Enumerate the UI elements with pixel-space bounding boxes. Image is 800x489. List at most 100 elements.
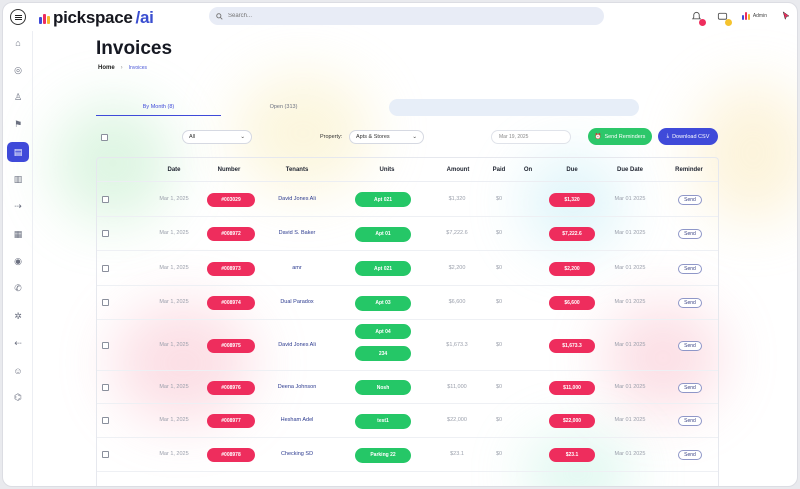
table-row[interactable]: Mar 1, 2025 #008973 amr $2,200 $0 $2,200 Mar 0… bbox=[97, 251, 718, 286]
send-reminder-button[interactable]: Send bbox=[678, 194, 702, 205]
table-row[interactable]: Mar 1, 2025 #008976 Deena Johnson $11,000 $0… bbox=[97, 371, 718, 404]
row-checkbox[interactable] bbox=[102, 299, 109, 306]
invoice-number-badge[interactable]: #008977 bbox=[207, 414, 255, 428]
notifications-icon[interactable] bbox=[690, 9, 706, 26]
tenant-name[interactable]: Dual Paradox bbox=[262, 299, 332, 305]
tenant-name[interactable]: Checking SD bbox=[262, 451, 332, 457]
unit-badge[interactable]: Apt 04 bbox=[355, 324, 411, 339]
row-checkbox[interactable] bbox=[102, 451, 109, 458]
send-reminders-button[interactable]: ⏰ Send Reminders bbox=[588, 128, 652, 145]
send-reminders-label: Send Reminders bbox=[604, 133, 646, 140]
tenant-name[interactable]: David Jones Ali bbox=[262, 196, 332, 202]
send-reminder-button[interactable]: Send bbox=[678, 416, 702, 426]
row-checkbox[interactable] bbox=[102, 195, 109, 203]
tenant-name[interactable]: Deena Johnson bbox=[262, 384, 332, 390]
invoice-number-badge[interactable]: #008976 bbox=[207, 380, 255, 395]
invoice-amount: $22,000 bbox=[447, 417, 467, 423]
document-icon: ▥ bbox=[13, 174, 23, 184]
invoice-number-badge[interactable]: #008972 bbox=[207, 227, 255, 241]
brand-logo[interactable]: pickspace /ai bbox=[39, 8, 154, 28]
sidebar-item-bell[interactable]: ⌬ bbox=[7, 388, 29, 408]
paid-amount: $0 bbox=[495, 264, 503, 271]
row-checkbox[interactable] bbox=[102, 230, 109, 237]
sidebar-item-people[interactable]: ☺ bbox=[7, 361, 29, 381]
paid-amount: $0 bbox=[495, 341, 503, 348]
col-due-date: Due Date bbox=[616, 167, 643, 173]
date-input[interactable]: Mar 19, 2025 bbox=[491, 130, 571, 144]
invoice-number-badge[interactable]: #008974 bbox=[207, 296, 255, 310]
unit-badge[interactable]: test1 bbox=[355, 413, 411, 429]
unit-badge[interactable]: 234 bbox=[355, 346, 411, 361]
table-row[interactable]: Mar 1, 2025 #008977 Hesham Adel $22,000 $0 $2… bbox=[97, 404, 718, 438]
tab-by-month[interactable]: By Month (8) bbox=[96, 100, 221, 116]
table-row[interactable]: Mar 1, 2025 #008978 Checking SD $23.1 $0 $23.… bbox=[97, 438, 718, 472]
row-checkbox[interactable] bbox=[102, 341, 109, 349]
people-icon: ☺ bbox=[13, 365, 23, 376]
search-bar[interactable] bbox=[209, 7, 604, 25]
unit-badge[interactable]: Parking 22 bbox=[355, 447, 411, 463]
admin-menu[interactable]: Admin bbox=[741, 12, 767, 20]
sidebar-item-transfer[interactable]: ⇢ bbox=[7, 197, 29, 217]
sidebar-item-document[interactable]: ▥ bbox=[7, 170, 29, 190]
tab-open[interactable]: Open (313) bbox=[221, 100, 346, 116]
col-paid: Paid bbox=[492, 167, 506, 173]
invoice-number-badge[interactable]: #008975 bbox=[207, 338, 255, 353]
search-input[interactable] bbox=[228, 13, 568, 19]
breadcrumb-home[interactable]: Home bbox=[98, 65, 115, 71]
table-row[interactable]: Mar 1, 2025 #003029 David Jones Ali $1,320 $… bbox=[97, 182, 718, 217]
row-checkbox[interactable] bbox=[102, 383, 109, 391]
sidebar-item-table[interactable]: ▦ bbox=[7, 224, 29, 244]
download-csv-label: Download CSV bbox=[672, 133, 710, 140]
send-reminder-button[interactable]: Send bbox=[678, 382, 702, 393]
row-checkbox[interactable] bbox=[102, 417, 109, 424]
tenant-name[interactable]: amr bbox=[262, 265, 332, 271]
due-amount-badge: $23.1 bbox=[549, 448, 595, 462]
logo-mark-icon bbox=[39, 12, 50, 24]
sidebar-item-flag[interactable]: ⚑ bbox=[7, 115, 29, 135]
send-reminder-button[interactable]: Send bbox=[678, 340, 702, 351]
app-window: pickspace /ai Admin bbox=[2, 2, 798, 487]
sidebar-item-user[interactable]: ♙ bbox=[7, 88, 29, 108]
col-date: Date bbox=[167, 167, 181, 173]
send-reminder-button[interactable]: Send bbox=[678, 263, 702, 274]
unit-badge[interactable]: Apt 01 bbox=[355, 226, 411, 242]
menu-icon[interactable] bbox=[10, 9, 26, 25]
invoice-amount: $1,320 bbox=[448, 195, 466, 202]
table-row[interactable]: Mar 1, 2025 #008974 Dual Paradox $6,600 $0 $6… bbox=[97, 286, 718, 320]
due-amount-badge: $2,200 bbox=[549, 261, 595, 276]
sidebar-item-phone[interactable]: ✆ bbox=[7, 279, 29, 299]
tab-placeholder-bar bbox=[389, 99, 639, 116]
sidebar-item-settings[interactable]: ✲ bbox=[7, 306, 29, 326]
sidebar-item-home[interactable]: ⌂ bbox=[7, 33, 29, 53]
unit-badge[interactable]: Apt 03 bbox=[355, 295, 411, 311]
messages-icon[interactable] bbox=[716, 9, 732, 26]
unit-badge[interactable]: Apt 021 bbox=[355, 192, 411, 207]
tenant-name[interactable]: David S. Baker bbox=[262, 230, 332, 236]
invoice-amount: $2,200 bbox=[448, 264, 466, 271]
sidebar-item-location[interactable]: ◎ bbox=[7, 60, 29, 80]
unit-badge[interactable]: Apt 021 bbox=[355, 261, 411, 276]
send-reminder-button[interactable]: Send bbox=[678, 450, 702, 460]
invoice-number-badge[interactable]: #003029 bbox=[207, 192, 255, 207]
tenant-name[interactable]: Hesham Adel bbox=[262, 417, 332, 423]
unit-badge[interactable]: Nosh bbox=[355, 380, 411, 395]
sidebar-item-share[interactable]: ⇠ bbox=[7, 333, 29, 353]
due-date: Mar 01 2025 bbox=[614, 195, 646, 202]
select-all-checkbox[interactable] bbox=[101, 134, 108, 141]
sidebar-item-invoice[interactable]: ▤ bbox=[7, 142, 29, 163]
paid-amount: $0 bbox=[495, 383, 503, 390]
status-select[interactable]: All ⌄ bbox=[182, 130, 252, 144]
tenant-name[interactable]: David Jones Ali bbox=[262, 342, 332, 348]
invoice-number-badge[interactable]: #008978 bbox=[207, 448, 255, 462]
table-row[interactable]: Mar 1, 2025 #008975 David Jones Ali $1,673.… bbox=[97, 320, 718, 371]
invoice-number-badge[interactable]: #008973 bbox=[207, 261, 255, 276]
download-icon: ⤓ bbox=[666, 133, 670, 139]
send-reminder-button[interactable]: Send bbox=[678, 229, 702, 239]
sidebar-item-coin[interactable]: ◉ bbox=[7, 251, 29, 271]
property-select[interactable]: Apts & Stores ⌄ bbox=[349, 130, 424, 144]
download-csv-button[interactable]: ⤓ Download CSV bbox=[658, 128, 718, 145]
send-reminder-button[interactable]: Send bbox=[678, 298, 702, 308]
settings-icon: ✲ bbox=[14, 310, 22, 321]
row-checkbox[interactable] bbox=[102, 264, 109, 272]
table-row[interactable]: Mar 1, 2025 #008972 David S. Baker $7,222.6… bbox=[97, 217, 718, 251]
